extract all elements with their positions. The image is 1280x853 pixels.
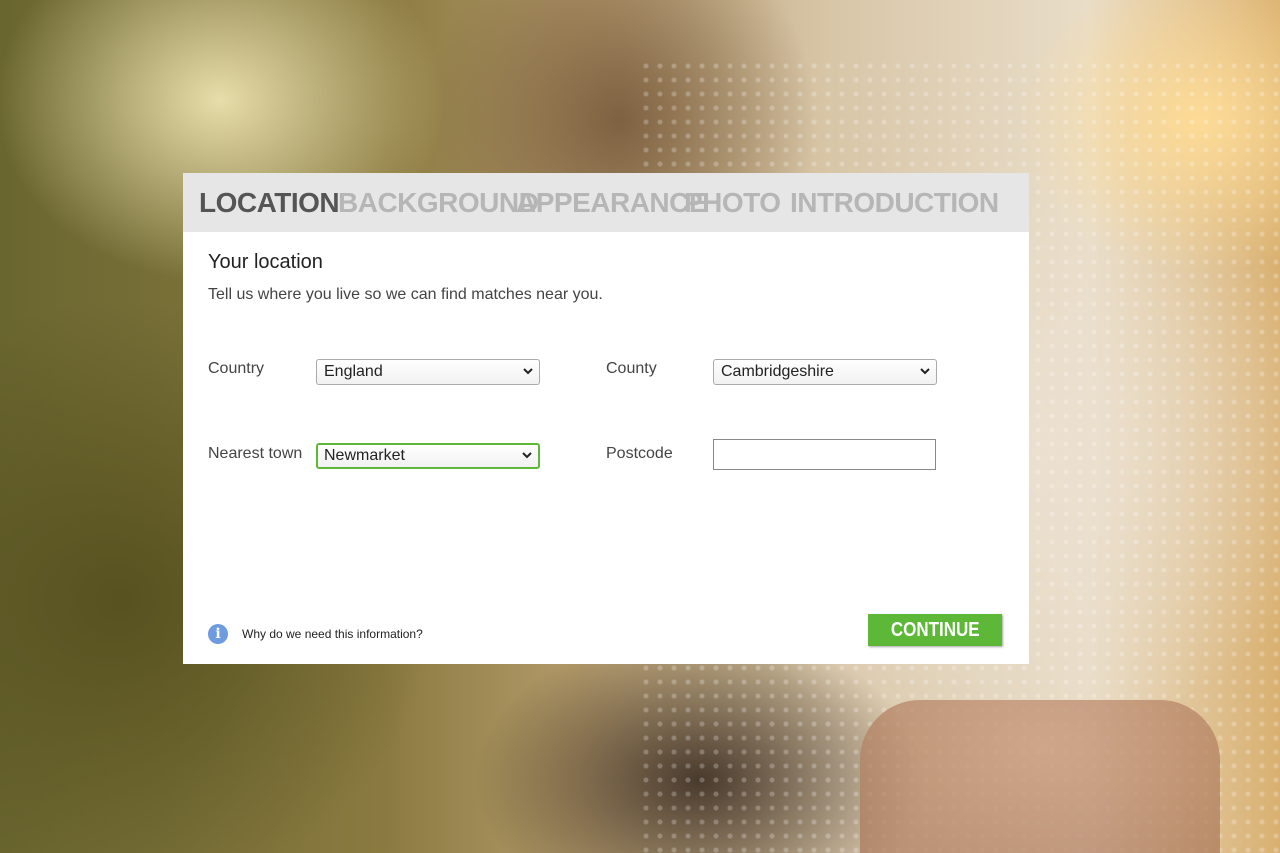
form-subtitle: Tell us where you live so we can find ma… bbox=[208, 286, 603, 303]
country-select[interactable]: England bbox=[316, 359, 540, 385]
continue-button-label: CONTINUE bbox=[890, 619, 980, 641]
info-icon: i bbox=[208, 624, 228, 644]
postcode-input[interactable] bbox=[713, 439, 936, 470]
tab-appearance-wrap: APPEARANCE bbox=[516, 187, 708, 219]
county-select[interactable]: Cambridgeshire bbox=[713, 359, 937, 385]
tab-photo[interactable]: PHOTO bbox=[684, 187, 781, 218]
tab-appearance[interactable]: APPEARANCE bbox=[516, 187, 708, 218]
county-label: County bbox=[606, 360, 657, 377]
town-select[interactable]: Newmarket bbox=[316, 443, 540, 469]
chevron-down-icon bbox=[522, 452, 532, 459]
location-modal: LOCATION BACKGROUND APPEARANCE PHOTO INT… bbox=[183, 173, 1029, 664]
postcode-label: Postcode bbox=[606, 445, 673, 462]
country-select-value: England bbox=[324, 363, 383, 380]
tab-introduction[interactable]: INTRODUCTION bbox=[790, 187, 999, 218]
tab-background[interactable]: BACKGROUND bbox=[338, 187, 539, 218]
chevron-down-icon bbox=[523, 368, 533, 375]
tab-location-wrap: LOCATION bbox=[199, 187, 340, 219]
tab-photo-wrap: PHOTO bbox=[684, 187, 790, 219]
continue-button[interactable]: CONTINUE bbox=[868, 614, 1002, 646]
chevron-down-icon bbox=[920, 368, 930, 375]
info-text: Why do we need this information? bbox=[242, 627, 423, 641]
info-link[interactable]: i Why do we need this information? bbox=[208, 624, 423, 644]
step-tabs: LOCATION BACKGROUND APPEARANCE PHOTO INT… bbox=[183, 173, 1029, 232]
country-label: Country bbox=[208, 360, 265, 377]
form-title: Your location bbox=[208, 251, 323, 273]
county-select-value: Cambridgeshire bbox=[721, 363, 834, 380]
tab-background-wrap: BACKGROUND bbox=[338, 187, 539, 219]
town-select-value: Newmarket bbox=[324, 447, 405, 464]
tab-location[interactable]: LOCATION bbox=[199, 187, 340, 218]
tab-introduction-wrap: INTRODUCTION bbox=[790, 187, 999, 219]
form-header: Your location Tell us where you live so … bbox=[208, 251, 1004, 304]
town-label: Nearest town bbox=[208, 445, 303, 462]
hands-shape bbox=[860, 700, 1220, 853]
